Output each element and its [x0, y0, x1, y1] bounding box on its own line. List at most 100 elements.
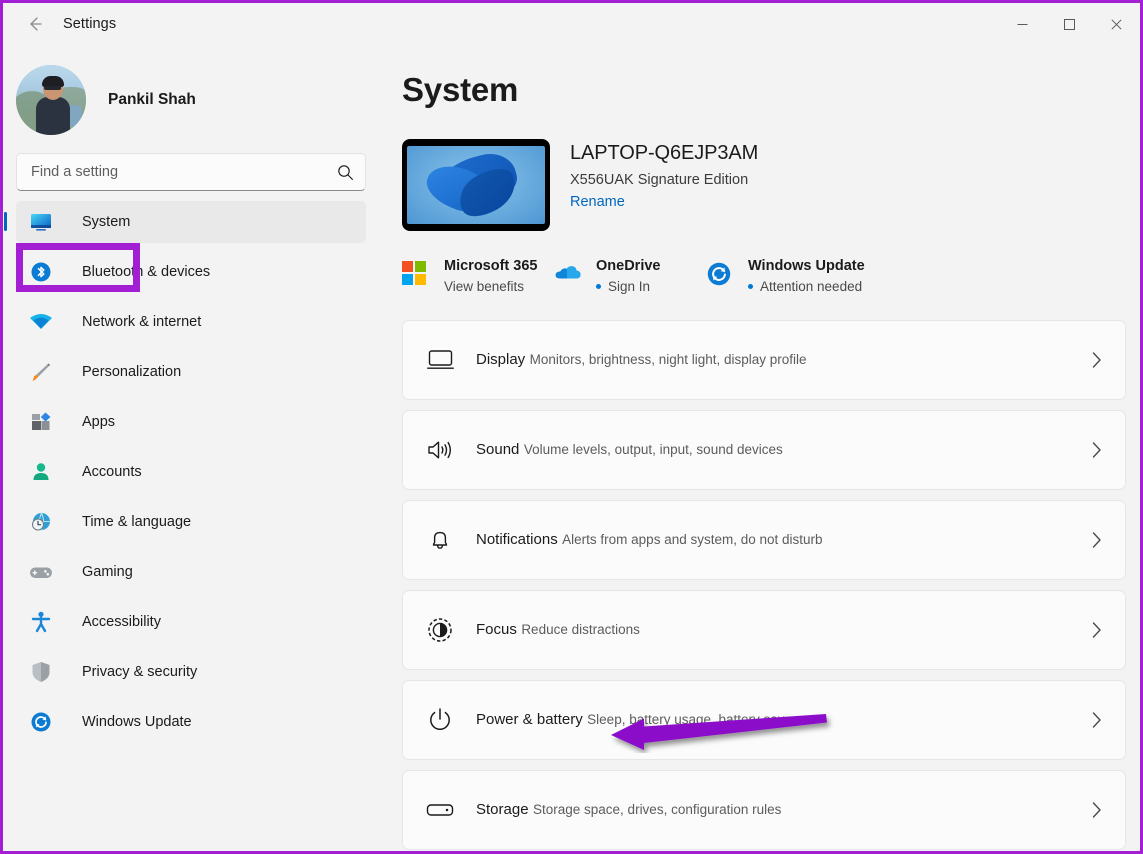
- sidebar-item-label: Bluetooth & devices: [82, 264, 210, 280]
- wifi-icon: [28, 311, 54, 333]
- status-dot: [596, 284, 601, 289]
- quicklink-subtitle: Sign In: [596, 279, 660, 294]
- avatar: [16, 65, 86, 135]
- speaker-icon: [423, 433, 457, 467]
- quicklink-microsoft-365[interactable]: Microsoft 365 View benefits: [402, 257, 554, 294]
- windows-bloom-wallpaper: [407, 146, 545, 224]
- card-subtitle: Storage space, drives, configuration rul…: [533, 802, 781, 817]
- card-subtitle: Sleep, battery usage, battery saver: [587, 712, 796, 727]
- card-subtitle: Monitors, brightness, night light, displ…: [530, 352, 807, 367]
- card-title: Notifications: [476, 531, 558, 548]
- quicklink-title: Microsoft 365: [444, 258, 537, 274]
- settings-card-notifications[interactable]: Notifications Alerts from apps and syste…: [402, 500, 1126, 580]
- settings-card-list: Display Monitors, brightness, night ligh…: [402, 320, 1140, 850]
- focus-moon-icon: [423, 613, 457, 647]
- system-monitor-icon: [28, 211, 54, 233]
- settings-card-storage[interactable]: Storage Storage space, drives, configura…: [402, 770, 1126, 850]
- chevron-right-icon: [1085, 709, 1107, 731]
- search-box: [16, 153, 366, 191]
- quicklink-onedrive[interactable]: OneDrive Sign In: [554, 257, 706, 294]
- sidebar-item-accessibility[interactable]: Accessibility: [16, 601, 366, 643]
- main-content: System LAPTOP-Q6EJP3AM X556UAK Signature…: [383, 45, 1140, 851]
- card-title: Sound: [476, 441, 519, 458]
- card-subtitle: Alerts from apps and system, do not dist…: [562, 532, 822, 547]
- device-name: LAPTOP-Q6EJP3AM: [570, 142, 758, 165]
- profile-name: Pankil Shah: [108, 91, 196, 109]
- search-input[interactable]: [16, 153, 366, 191]
- rename-link[interactable]: Rename: [570, 194, 625, 210]
- sidebar-item-label: Personalization: [82, 364, 181, 380]
- onedrive-cloud-icon: [554, 261, 584, 291]
- chevron-right-icon: [1085, 529, 1107, 551]
- shield-icon: [28, 661, 54, 683]
- sidebar-item-label: Apps: [82, 414, 115, 430]
- user-profile[interactable]: Pankil Shah: [16, 63, 383, 137]
- sidebar-item-accounts[interactable]: Accounts: [16, 451, 366, 493]
- card-subtitle: Volume levels, output, input, sound devi…: [524, 442, 783, 457]
- apps-grid-icon: [28, 411, 54, 433]
- quicklink-subtitle: View benefits: [444, 279, 537, 294]
- device-thumbnail: [402, 139, 550, 231]
- sidebar: Pankil Shah: [3, 45, 383, 851]
- storage-drive-icon: [423, 793, 457, 827]
- minimize-button[interactable]: [999, 3, 1046, 45]
- device-model: X556UAK Signature Edition: [570, 172, 758, 188]
- quick-links-row: Microsoft 365 View benefits OneDrive: [402, 257, 1140, 294]
- sidebar-item-label: Accessibility: [82, 614, 161, 630]
- title-bar: Settings: [3, 3, 1140, 45]
- settings-card-sound[interactable]: Sound Volume levels, output, input, soun…: [402, 410, 1126, 490]
- person-icon: [28, 461, 54, 483]
- sidebar-item-gaming[interactable]: Gaming: [16, 551, 366, 593]
- caption-button-group: [999, 3, 1140, 45]
- card-subtitle: Reduce distractions: [521, 622, 640, 637]
- sidebar-item-network-internet[interactable]: Network & internet: [16, 301, 366, 343]
- sidebar-nav: System Bluetooth & devices: [16, 201, 383, 743]
- monitor-icon: [423, 343, 457, 377]
- sidebar-item-windows-update[interactable]: Windows Update: [16, 701, 366, 743]
- chevron-right-icon: [1085, 349, 1107, 371]
- settings-window: Settings: [0, 0, 1143, 854]
- bell-icon: [423, 523, 457, 557]
- sidebar-item-personalization[interactable]: Personalization: [16, 351, 366, 393]
- card-title: Storage: [476, 801, 529, 818]
- card-title: Focus: [476, 621, 517, 638]
- gamepad-icon: [28, 561, 54, 583]
- status-dot: [748, 284, 753, 289]
- sidebar-item-label: Windows Update: [82, 714, 192, 730]
- close-icon: [1111, 19, 1122, 30]
- sidebar-item-apps[interactable]: Apps: [16, 401, 366, 443]
- quicklink-title: OneDrive: [596, 258, 660, 274]
- paintbrush-icon: [28, 361, 54, 383]
- update-refresh-icon: [706, 261, 736, 291]
- power-icon: [423, 703, 457, 737]
- app-title: Settings: [63, 16, 116, 32]
- device-info: LAPTOP-Q6EJP3AM X556UAK Signature Editio…: [570, 139, 758, 211]
- sidebar-item-bluetooth-devices[interactable]: Bluetooth & devices: [16, 251, 366, 293]
- update-refresh-icon: [28, 711, 54, 733]
- card-title: Power & battery: [476, 711, 583, 728]
- sidebar-item-label: Privacy & security: [82, 664, 197, 680]
- sidebar-item-privacy-security[interactable]: Privacy & security: [16, 651, 366, 693]
- accessibility-person-icon: [28, 611, 54, 633]
- quicklink-subtitle: Attention needed: [748, 279, 865, 294]
- back-arrow-icon: [25, 14, 45, 34]
- chevron-right-icon: [1085, 439, 1107, 461]
- settings-card-power-battery[interactable]: Power & battery Sleep, battery usage, ba…: [402, 680, 1126, 760]
- page-title: System: [402, 71, 1140, 109]
- back-button[interactable]: [15, 8, 55, 40]
- sidebar-item-label: Network & internet: [82, 314, 201, 330]
- search-icon[interactable]: [332, 160, 358, 184]
- sidebar-item-label: Gaming: [82, 564, 133, 580]
- sidebar-item-time-language[interactable]: Time & language: [16, 501, 366, 543]
- settings-card-focus[interactable]: Focus Reduce distractions: [402, 590, 1126, 670]
- quicklink-windows-update[interactable]: Windows Update Attention needed: [706, 257, 865, 294]
- settings-card-display[interactable]: Display Monitors, brightness, night ligh…: [402, 320, 1126, 400]
- chevron-right-icon: [1085, 619, 1107, 641]
- minimize-icon: [1017, 19, 1028, 30]
- close-button[interactable]: [1093, 3, 1140, 45]
- sidebar-item-label: System: [82, 214, 130, 230]
- quicklink-sub-label: View benefits: [444, 279, 524, 294]
- sidebar-item-system[interactable]: System: [16, 201, 366, 243]
- microsoft-logo-icon: [402, 261, 432, 291]
- maximize-button[interactable]: [1046, 3, 1093, 45]
